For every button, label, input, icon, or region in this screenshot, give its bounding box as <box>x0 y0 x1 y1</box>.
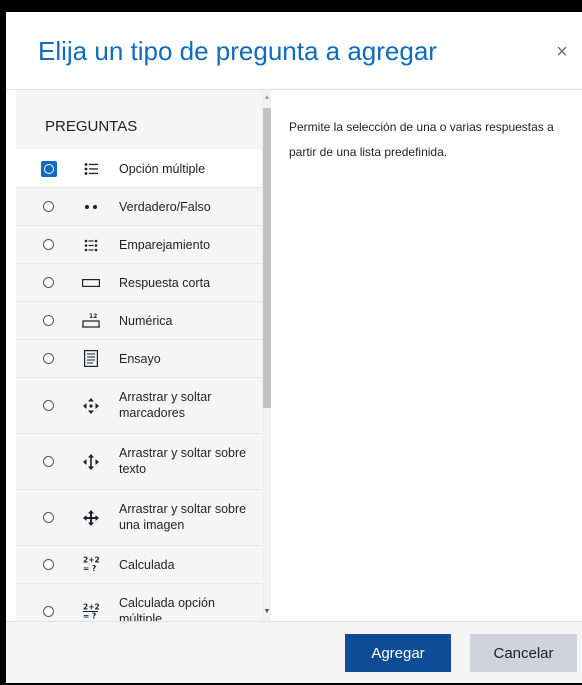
option-ddwtos[interactable]: Arrastrar y soltar sobre texto <box>16 434 262 490</box>
option-calculated[interactable]: 2+2 = ? Calculada <box>16 546 262 584</box>
option-numerical[interactable]: 12 Numérica <box>16 302 262 340</box>
option-ddimageortext[interactable]: Arrastrar y soltar sobre una imagen <box>16 490 262 546</box>
shortanswer-icon <box>82 274 100 292</box>
close-icon[interactable]: × <box>552 42 572 62</box>
option-match[interactable]: Emparejamiento <box>16 226 262 264</box>
list-scrollbar[interactable]: ▲ ▼ <box>262 90 271 621</box>
ddimageortext-icon <box>82 509 100 527</box>
svg-text:12: 12 <box>89 313 97 320</box>
radio[interactable] <box>43 559 54 570</box>
question-type-list-pane: PREGUNTAS Opción múltiple Verdadero/Fals… <box>16 90 271 621</box>
option-label: Respuesta corta <box>119 276 211 290</box>
radio[interactable] <box>43 315 54 326</box>
option-label: Arrastrar y soltar marcadores <box>119 390 212 420</box>
option-label: Calculada opción múltiple <box>119 596 215 621</box>
ddmarker-icon <box>82 397 100 415</box>
multichoice-icon <box>82 160 100 178</box>
option-label: Ensayo <box>119 352 161 366</box>
question-type-description: Permite la selección de una o varias res… <box>289 120 554 159</box>
svg-text:2+2: 2+2 <box>83 603 100 612</box>
scroll-down-arrow-icon[interactable]: ▼ <box>263 607 271 617</box>
option-essay[interactable]: Ensayo <box>16 340 262 378</box>
radio[interactable] <box>43 277 54 288</box>
add-button[interactable]: Agregar <box>345 634 451 672</box>
option-label: Arrastrar y soltar sobre texto <box>119 446 247 476</box>
dialog-footer: Agregar Cancelar <box>6 621 582 683</box>
option-label: Numérica <box>119 314 173 328</box>
svg-text:= ?: = ? <box>83 564 96 573</box>
option-ddmarker[interactable]: Arrastrar y soltar marcadores <box>16 378 262 434</box>
dialog-header: Elija un tipo de pregunta a agregar × <box>6 12 582 90</box>
radio[interactable] <box>43 239 54 250</box>
list-header-label: PREGUNTAS <box>45 118 138 135</box>
radio-selected[interactable] <box>41 161 57 177</box>
question-type-options: Opción múltiple Verdadero/Falso Empareja… <box>16 149 262 621</box>
scroll-up-arrow-icon[interactable]: ▲ <box>263 93 271 103</box>
calculatedmulti-icon: 2+2 = ? <box>82 602 100 620</box>
radio[interactable] <box>43 606 54 617</box>
option-label: Verdadero/Falso <box>119 200 211 214</box>
option-shortanswer[interactable]: Respuesta corta <box>16 264 262 302</box>
option-calculatedmulti[interactable]: 2+2 = ? Calculada opción múltiple <box>16 584 262 621</box>
dialog-title: Elija un tipo de pregunta a agregar <box>38 36 437 66</box>
radio[interactable] <box>43 201 54 212</box>
question-type-dialog: Elija un tipo de pregunta a agregar × PR… <box>6 12 582 683</box>
svg-text:= ?: = ? <box>83 612 96 621</box>
option-label: Emparejamiento <box>119 238 211 252</box>
essay-icon <box>82 349 100 367</box>
cancel-button[interactable]: Cancelar <box>470 634 577 672</box>
radio[interactable] <box>43 512 54 523</box>
option-label: Opción múltiple <box>119 162 206 176</box>
ddwtos-icon <box>82 453 100 471</box>
radio[interactable] <box>43 456 54 467</box>
list-header: PREGUNTAS <box>16 90 262 149</box>
radio[interactable] <box>43 353 54 364</box>
truefalse-icon <box>82 198 100 216</box>
description-pane: Permite la selección de una o varias res… <box>271 90 582 621</box>
calculated-icon: 2+2 = ? <box>82 555 100 574</box>
option-label: Calculada <box>119 558 175 572</box>
option-label: Arrastrar y soltar sobre una imagen <box>119 502 247 532</box>
radio[interactable] <box>43 400 54 411</box>
scroll-thumb[interactable] <box>263 108 271 408</box>
option-multichoice[interactable]: Opción múltiple <box>16 149 262 188</box>
numerical-icon: 12 <box>82 311 100 329</box>
match-icon <box>82 236 100 254</box>
option-truefalse[interactable]: Verdadero/Falso <box>16 188 262 226</box>
